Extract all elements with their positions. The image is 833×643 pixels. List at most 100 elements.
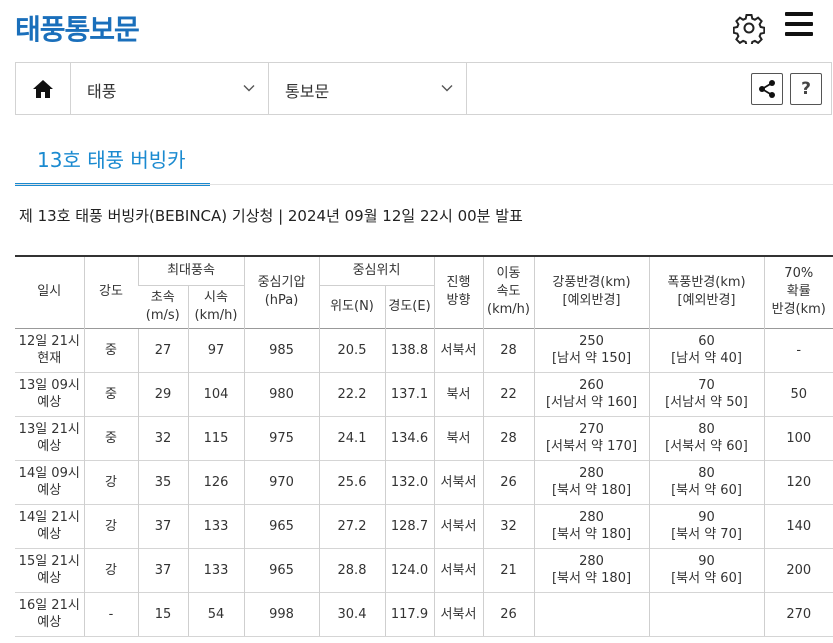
- category-select[interactable]: 태풍: [71, 63, 269, 114]
- cell-speed: 21: [482, 547, 534, 592]
- gear-icon[interactable]: [732, 12, 766, 47]
- share-button[interactable]: [751, 73, 783, 105]
- cell-speed: 26: [482, 459, 534, 504]
- cell-direction: 서북서: [433, 459, 483, 504]
- cell-storm-radius: 70 [서남서 약 50]: [648, 371, 764, 416]
- cell-pressure: 965: [243, 547, 319, 592]
- header-max-wind: 최대풍속: [137, 255, 244, 285]
- cell-pressure: 965: [243, 503, 319, 548]
- cell-direction: 서북서: [433, 503, 483, 548]
- cell-direction: 북서: [433, 415, 483, 460]
- category-select-value: 태풍: [87, 82, 117, 101]
- cell-longitude: 117.9: [384, 591, 434, 637]
- subcategory-select-value: 통보문: [285, 82, 330, 101]
- home-button[interactable]: [16, 63, 71, 114]
- tab-typhoon-13[interactable]: 13호 태풍 버빙카: [15, 141, 210, 186]
- cell-pressure: 975: [243, 415, 319, 460]
- cell-longitude: 124.0: [384, 547, 434, 592]
- header-pressure: 중심기압 (hPa): [243, 255, 319, 328]
- header-speed: 이동 속도 (km/h): [482, 255, 534, 328]
- table-row: 16일 21시 예상 -15 54 998 30.4 117.9 서북서 26 270: [15, 591, 833, 637]
- cell-wind-kmh: 133: [187, 503, 244, 548]
- cell-direction: 서북서: [433, 591, 483, 637]
- nav-actions: ?: [467, 63, 831, 114]
- hamburger-menu-icon[interactable]: [785, 12, 813, 40]
- subcategory-select[interactable]: 통보문: [269, 63, 467, 114]
- cell-intensity: 강: [83, 547, 138, 592]
- table-row: 13일 21시 예상 중 32 115 975 24.1 134.6 북서 28 270 [서북서…: [15, 415, 833, 460]
- cell-wind-ms: 37: [137, 503, 188, 548]
- cell-intensity: -: [83, 591, 138, 637]
- cell-direction: 북서: [433, 371, 483, 416]
- page-title: 태풍통보문: [15, 13, 140, 46]
- cell-probability-radius: 200: [763, 547, 833, 592]
- cell-intensity: 중: [83, 371, 138, 416]
- cell-pressure: 985: [243, 327, 319, 372]
- header-latitude: 위도(N): [318, 284, 385, 328]
- cell-speed: 28: [482, 327, 534, 372]
- cell-wind-kmh: 126: [187, 459, 244, 504]
- cell-storm-radius: [648, 591, 764, 637]
- cell-latitude: 27.2: [318, 503, 385, 548]
- cell-longitude: 132.0: [384, 459, 434, 504]
- cell-latitude: 20.5: [318, 327, 385, 372]
- cell-latitude: 25.6: [318, 459, 385, 504]
- cell-probability-radius: 140: [763, 503, 833, 548]
- table-row: 14일 09시 예상 강 35 126 970 25.6 132.0 서북서 26 280 [북서…: [15, 459, 833, 504]
- cell-speed: 22: [482, 371, 534, 416]
- cell-pressure: 980: [243, 371, 319, 416]
- app-header: 태풍통보문: [0, 0, 833, 58]
- home-icon: [33, 79, 53, 98]
- cell-wind-kmh: 104: [187, 371, 244, 416]
- cell-strong-wind-radius: [533, 591, 649, 637]
- table-row: 13일 09시 예상 중 29 104 980 22.2 137.1 북서 22 260 [서남서…: [15, 371, 833, 416]
- cell-wind-ms: 29: [137, 371, 188, 416]
- cell-wind-ms: 15: [137, 591, 188, 637]
- cell-latitude: 22.2: [318, 371, 385, 416]
- table-row: 12일 21시 현재 중 27 97 985 20.5 138.8 서북서 28 250 [남서 …: [15, 327, 833, 372]
- cell-strong-wind-radius: 270 [서북서 약 170]: [533, 415, 649, 460]
- header-probability-radius: 70% 확률 반경(km): [763, 255, 833, 328]
- cell-wind-kmh: 97: [187, 327, 244, 372]
- help-button[interactable]: ?: [790, 73, 822, 105]
- cell-intensity: 강: [83, 459, 138, 504]
- cell-latitude: 30.4: [318, 591, 385, 637]
- navigation-bar: 태풍 통보문 ?: [15, 62, 832, 115]
- cell-storm-radius: 80 [북서 약 60]: [648, 459, 764, 504]
- header-longitude: 경도(E): [384, 284, 434, 328]
- cell-wind-kmh: 133: [187, 547, 244, 592]
- header-intensity: 강도: [83, 255, 138, 328]
- cell-wind-kmh: 115: [187, 415, 244, 460]
- cell-longitude: 138.8: [384, 327, 434, 372]
- cell-datetime: 14일 21시 예상: [15, 503, 84, 548]
- chevron-down-icon: [243, 85, 255, 92]
- cell-probability-radius: 50: [763, 371, 833, 416]
- cell-probability-radius: 120: [763, 459, 833, 504]
- table-row: 14일 21시 예상 강 37 133 965 27.2 128.7 서북서 32 280 [북서…: [15, 503, 833, 548]
- cell-longitude: 137.1: [384, 371, 434, 416]
- cell-storm-radius: 90 [북서 약 60]: [648, 547, 764, 592]
- cell-intensity: 중: [83, 415, 138, 460]
- forecast-table: 일시 강도 최대풍속 중심기압 (hPa) 중심위치 진행 방향 이동 속도 (…: [15, 255, 833, 637]
- cell-wind-ms: 27: [137, 327, 188, 372]
- cell-latitude: 24.1: [318, 415, 385, 460]
- cell-datetime: 16일 21시 예상: [15, 591, 84, 637]
- cell-pressure: 998: [243, 591, 319, 637]
- cell-probability-radius: -: [763, 327, 833, 372]
- cell-probability-radius: 270: [763, 591, 833, 637]
- chevron-down-icon: [441, 85, 453, 92]
- cell-strong-wind-radius: 280 [북서 약 180]: [533, 459, 649, 504]
- cell-wind-kmh: 54: [187, 591, 244, 637]
- cell-intensity: 중: [83, 327, 138, 372]
- header-storm-radius: 폭풍반경(km) [예외반경]: [648, 255, 764, 328]
- cell-pressure: 970: [243, 459, 319, 504]
- cell-speed: 28: [482, 415, 534, 460]
- cell-wind-ms: 37: [137, 547, 188, 592]
- share-icon: [759, 80, 775, 98]
- cell-storm-radius: 60 [남서 약 40]: [648, 327, 764, 372]
- cell-strong-wind-radius: 260 [서남서 약 160]: [533, 371, 649, 416]
- header-wind-kmh: 시속 (km/h): [187, 284, 244, 328]
- bulletin-subtitle: 제 13호 태풍 버빙카(BEBINCA) 기상청 | 2024년 09월 12…: [19, 207, 523, 225]
- cell-storm-radius: 80 [서북서 약 60]: [648, 415, 764, 460]
- header-center-position: 중심위치: [318, 255, 434, 285]
